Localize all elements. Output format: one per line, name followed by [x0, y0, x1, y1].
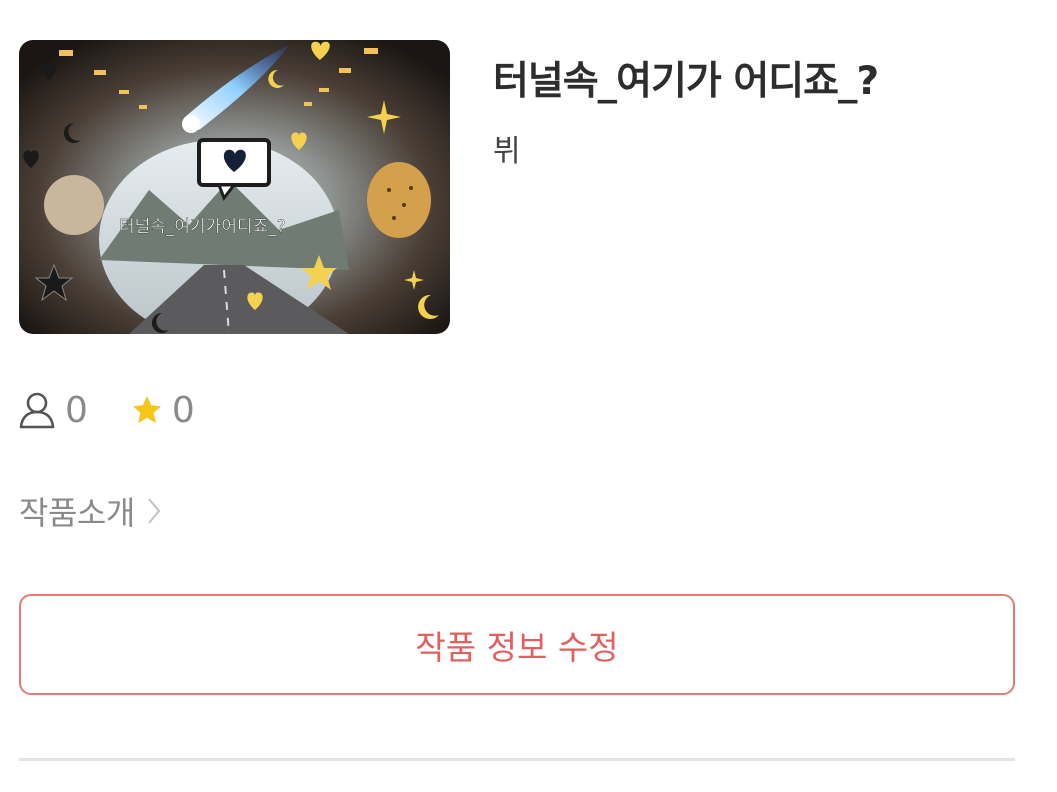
work-intro-label: 작품소개	[19, 494, 135, 532]
edit-work-info-button[interactable]: 작품 정보 수정	[19, 594, 1015, 695]
favorite-count: 0	[132, 390, 195, 431]
work-intro-link[interactable]: 작품소개	[19, 488, 161, 534]
cover-caption: 터널속_여기가어디죠_?	[119, 217, 286, 237]
reader-count-value: 0	[65, 389, 88, 431]
favorite-count-value: 0	[171, 389, 195, 431]
reader-count: 0	[19, 390, 88, 431]
person-icon	[19, 392, 55, 429]
author-name[interactable]: 뷔	[493, 126, 521, 170]
work-stats: 0 0	[19, 388, 239, 432]
work-title: 터널속_여기가 어디죠_?	[493, 59, 879, 104]
chevron-right-icon	[147, 498, 161, 524]
section-divider	[19, 758, 1015, 761]
star-icon	[132, 396, 161, 423]
cover-image[interactable]: 터널속_여기가어디죠_?	[19, 40, 450, 334]
